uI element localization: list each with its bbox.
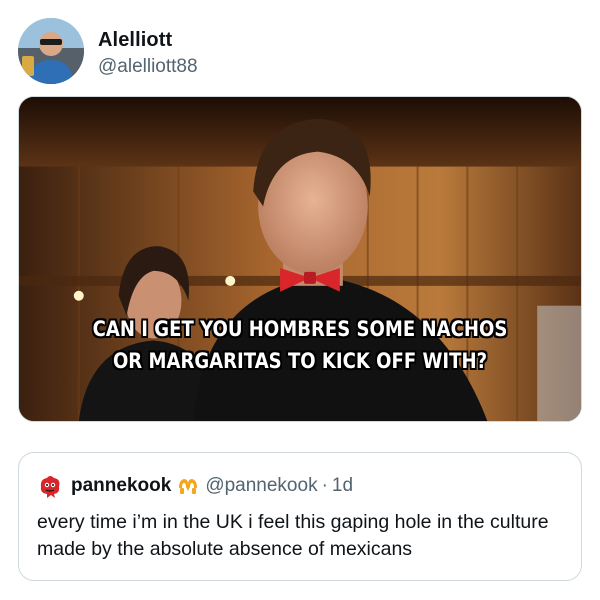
caption-line-1: CAN I GET YOU HOMBRES SOME NACHOS <box>92 317 508 341</box>
tweet-media-image[interactable]: CAN I GET YOU HOMBRES SOME NACHOS OR MAR… <box>18 96 582 422</box>
heart-hands-icon <box>177 476 199 496</box>
quoted-tweet[interactable]: pannekook @pannekook · 1d every time i’m… <box>18 452 582 581</box>
quoted-handle[interactable]: @pannekook <box>205 475 317 497</box>
quoted-display-name[interactable]: pannekook <box>71 475 171 497</box>
avatar[interactable] <box>18 18 84 84</box>
quoted-timestamp[interactable]: 1d <box>332 475 353 497</box>
separator-dot: · <box>321 475 328 496</box>
quoted-tweet-text: every time i’m in the UK i feel this gap… <box>37 511 549 560</box>
red-creature-avatar-icon[interactable] <box>37 473 63 499</box>
profile-photo <box>18 18 84 84</box>
tweet-header: Alelliott @alelliott88 <box>18 18 578 88</box>
quoted-tweet-header: pannekook @pannekook · 1d <box>37 471 353 501</box>
handle[interactable]: @alelliott88 <box>98 56 198 78</box>
caption-line-2: OR MARGARITAS TO KICK OFF WITH? <box>112 349 488 373</box>
display-name[interactable]: Alelliott <box>98 29 172 52</box>
